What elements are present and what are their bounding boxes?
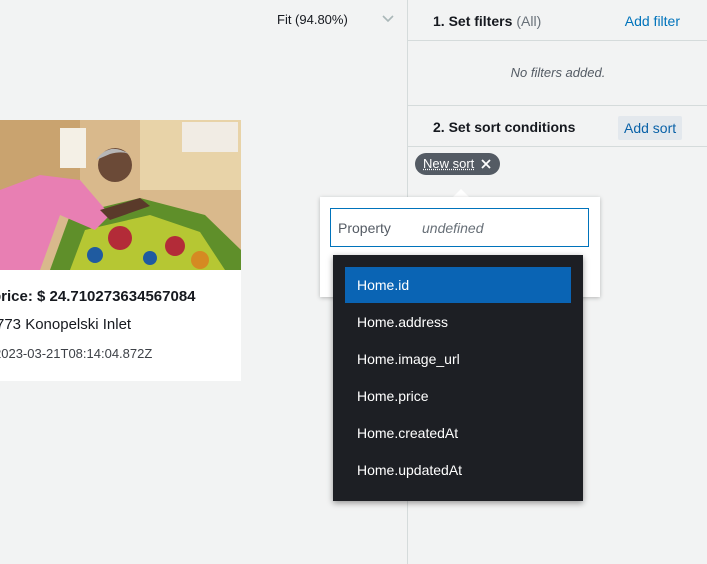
- dropdown-option[interactable]: Home.id: [345, 267, 571, 303]
- home-address: 773 Konopelski Inlet: [0, 316, 132, 333]
- dropdown-option[interactable]: Home.createdAt: [345, 415, 571, 451]
- property-dropdown: Home.id Home.address Home.image_url Home…: [333, 255, 583, 501]
- add-sort-button[interactable]: Add sort: [618, 116, 683, 140]
- home-created-at: 2023-03-21T08:14:04.872Z: [0, 346, 153, 361]
- dropdown-option[interactable]: Home.price: [345, 378, 571, 414]
- no-filters-message: No filters added.: [510, 65, 606, 80]
- property-label: Property: [338, 220, 391, 236]
- dropdown-option[interactable]: Home.updatedAt: [345, 452, 571, 488]
- add-filter-button[interactable]: Add filter: [625, 13, 680, 29]
- new-sort-chip-label[interactable]: New sort: [423, 153, 474, 175]
- home-image: [0, 120, 241, 270]
- dropdown-option[interactable]: Home.address: [345, 304, 571, 340]
- chevron-down-icon[interactable]: [381, 14, 395, 24]
- new-sort-chip[interactable]: New sort: [415, 153, 501, 175]
- property-select[interactable]: Property undefined: [330, 208, 589, 247]
- dropdown-option[interactable]: Home.image_url: [345, 341, 571, 377]
- sort-title: 2. Set sort conditions: [433, 119, 576, 135]
- close-icon[interactable]: [480, 158, 492, 170]
- property-value[interactable]: undefined: [422, 220, 484, 236]
- home-price: price: $ 24.710273634567084: [0, 288, 196, 305]
- filters-section-header: 1. Set filters (All) Add filter: [408, 0, 707, 41]
- zoom-level-select[interactable]: Fit (94.80%): [277, 12, 348, 27]
- filters-scope: (All): [516, 13, 542, 29]
- home-card[interactable]: price: $ 24.710273634567084 773 Konopels…: [0, 120, 241, 381]
- filters-title-text: 1. Set filters: [433, 13, 513, 29]
- filters-title: 1. Set filters (All): [433, 13, 541, 29]
- filters-body: No filters added.: [408, 42, 707, 106]
